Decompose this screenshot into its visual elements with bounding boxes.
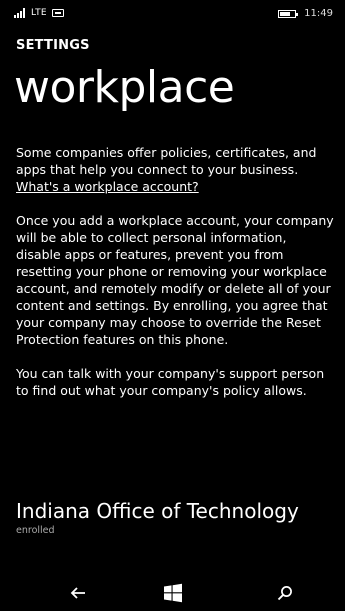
policy-paragraph: Once you add a workplace account, your c… <box>16 213 334 347</box>
status-bar: LTE 11:49 <box>0 0 345 26</box>
account-name: Indiana Office of Technology <box>16 499 299 523</box>
back-button[interactable] <box>60 581 96 605</box>
start-button[interactable] <box>155 581 191 605</box>
clock: 11:49 <box>304 8 333 19</box>
support-paragraph: You can talk with your company's support… <box>16 366 325 398</box>
battery-fill <box>280 11 291 16</box>
search-button[interactable] <box>267 581 303 605</box>
workplace-account-item[interactable]: Indiana Office of Technology enrolled <box>16 498 334 536</box>
back-arrow-icon <box>70 587 85 599</box>
navigation-bar <box>0 575 345 611</box>
account-status: enrolled <box>16 525 55 536</box>
intro-paragraph: Some companies offer policies, certifica… <box>16 144 334 195</box>
search-icon <box>277 586 292 601</box>
windows-start-icon <box>164 583 182 603</box>
description-content: Some companies offer policies, certifica… <box>16 144 334 416</box>
intro-text: Some companies offer policies, certifica… <box>16 145 317 177</box>
network-type: LTE <box>31 8 47 18</box>
sim-icon <box>51 9 64 17</box>
status-right: 11:49 <box>278 8 333 19</box>
signal-icon <box>14 8 26 18</box>
workplace-account-link[interactable]: What's a workplace account? <box>16 179 199 194</box>
section-label: SETTINGS <box>16 38 90 53</box>
status-left: LTE <box>14 8 64 18</box>
battery-icon <box>278 9 299 18</box>
page-title: workplace <box>14 62 235 113</box>
